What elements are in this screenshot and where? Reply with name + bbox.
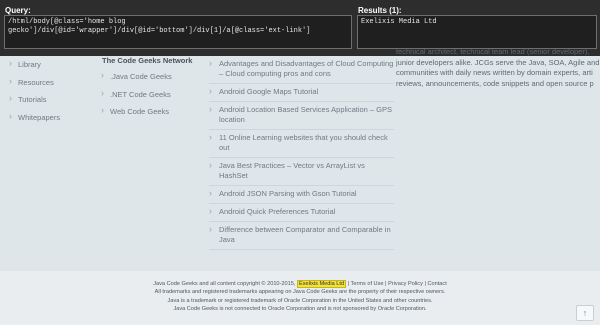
article-link[interactable]: 11 Online Learning websites that you sho… xyxy=(209,130,394,158)
network-link-java[interactable]: .Java Code Geeks xyxy=(98,71,203,90)
copyright-text: Java Code Geeks and all content copyrigh… xyxy=(153,281,296,287)
footer-trademarks-line: All trademarks and registered trademarks… xyxy=(154,289,446,296)
about-text: technical architect, technical team lead… xyxy=(396,47,600,89)
article-links-column: Advantages and Disadvantages of Cloud Co… xyxy=(209,56,394,250)
footer-oracle-line: Java Code Geeks is not connected to Orac… xyxy=(173,306,427,313)
article-link[interactable]: Advantages and Disadvantages of Cloud Co… xyxy=(209,56,394,84)
network-title: The Code Geeks Network xyxy=(102,56,193,65)
exelixis-media-link[interactable]: Exelixis Media Ltd xyxy=(296,280,347,288)
article-link[interactable]: Java Best Practices – Vector vs ArrayLis… xyxy=(209,158,394,186)
article-link[interactable]: Android Location Based Services Applicat… xyxy=(209,102,394,130)
about-line: communities with daily news written by d… xyxy=(396,68,593,77)
article-link[interactable]: Android JSON Parsing with Gson Tutorial xyxy=(209,186,394,204)
nav-link-whitepapers[interactable]: Whitepapers xyxy=(8,112,88,131)
results-output[interactable]: Exelixis Media Ltd xyxy=(357,15,597,49)
query-input[interactable]: /html/body[@class='home blog gecko']/div… xyxy=(4,15,352,49)
about-line: junior developers alike. JCGs serve the … xyxy=(396,57,600,67)
article-link[interactable]: Android Google Maps Tutorial xyxy=(209,84,394,102)
about-line: technical architect, technical team lead… xyxy=(396,47,590,56)
results-label: Results (1): xyxy=(358,6,402,15)
article-link[interactable]: Android Quick Preferences Tutorial xyxy=(209,204,394,222)
page-bottom-area: Library Resources Tutorials Whitepapers … xyxy=(0,47,600,271)
article-link[interactable]: Difference between Comparator and Compar… xyxy=(209,222,394,250)
contact-link[interactable]: Contact xyxy=(427,281,446,287)
scroll-to-top-button[interactable]: ↑ xyxy=(576,305,594,321)
nav-link-tutorials[interactable]: Tutorials xyxy=(8,94,88,113)
network-link-web[interactable]: Web Code Geeks xyxy=(98,106,203,125)
nav-link-library[interactable]: Library xyxy=(8,59,88,78)
arrow-up-icon: ↑ xyxy=(582,308,588,318)
footer-java-trademark-line: Java is a trademark or registered tradem… xyxy=(167,297,433,304)
nav-link-resources[interactable]: Resources xyxy=(8,77,88,96)
nav-column: Library Resources Tutorials Whitepapers xyxy=(8,59,88,131)
about-line: reviews, announcements, code snippets an… xyxy=(396,78,594,88)
footer-separator: | xyxy=(424,281,426,287)
footer-separator: | Terms of Use | xyxy=(347,281,387,287)
privacy-policy-link[interactable]: Privacy Policy xyxy=(388,281,423,287)
network-link-dotnet[interactable]: .NET Code Geeks xyxy=(98,89,203,108)
query-label: Query: xyxy=(5,6,31,15)
footer: Java Code Geeks and all content copyrigh… xyxy=(0,271,600,325)
network-column: The Code Geeks Network .Java Code Geeks … xyxy=(98,56,203,125)
footer-copyright-line: Java Code Geeks and all content copyrigh… xyxy=(0,271,600,288)
